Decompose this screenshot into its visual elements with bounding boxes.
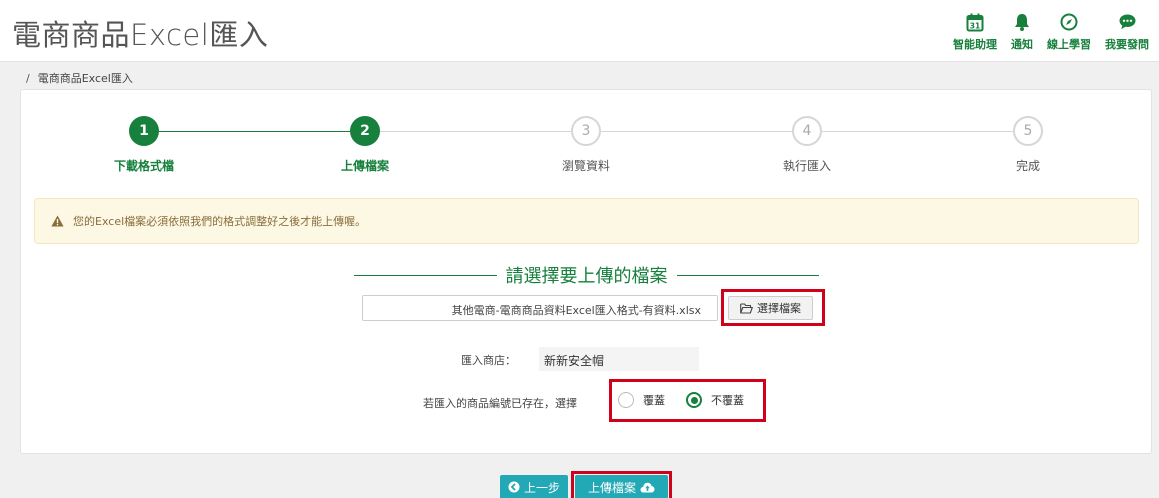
no-overwrite-radio-option[interactable]: 不覆蓋 [686,392,744,408]
online-learning-button[interactable]: 線上學習 [1047,12,1091,52]
store-value: 新新安全帽 [539,347,699,371]
title-divider-left [354,274,497,276]
upload-file-button[interactable]: 上傳檔案 [575,475,668,498]
no-overwrite-label: 不覆蓋 [711,394,744,407]
top-actions: 31 智能助理 通知 線上學習 我要發問 [939,12,1149,52]
warning-icon [51,215,64,227]
step-connector [822,131,1013,132]
smart-assistant-label: 智能助理 [953,38,997,51]
step-1-label: 下載格式檔 [113,159,175,173]
existing-item-label: 若匯入的商品編號已存在，選擇 [423,397,577,410]
step-1-circle: 1 [129,116,159,146]
radio-selected-dot [690,396,698,404]
folder-open-icon [740,302,753,314]
calendar-icon: 31 [965,12,985,32]
step-5-circle: 5 [1013,116,1043,146]
choose-file-button[interactable]: 選擇檔案 [728,296,813,320]
import-card: 1 2 3 4 5 下載格式檔 上傳檔案 瀏覽資料 執行匯入 完成 您的Exce… [20,89,1152,454]
overwrite-label: 覆蓋 [643,394,665,407]
overwrite-radio[interactable] [618,392,634,408]
step-4-circle: 4 [792,116,822,146]
step-3-label: 瀏覽資料 [561,159,611,173]
step-3-circle: 3 [571,116,601,146]
file-name-field[interactable]: 其他電商-電商商品資料Excel匯入格式-有資料.xlsx [362,295,718,321]
step-connector [380,131,571,132]
previous-step-label: 上一步 [523,480,560,495]
store-label: 匯入商店： [461,354,516,367]
choose-file-label: 選擇檔案 [757,302,801,315]
upload-section-title: 請選擇要上傳的檔案 [354,260,819,290]
ask-question-label: 我要發問 [1105,38,1149,51]
no-overwrite-radio[interactable] [686,392,702,408]
cloud-upload-icon [640,482,655,493]
chat-icon [1117,12,1137,32]
notifications-button[interactable]: 通知 [1011,12,1033,52]
bell-icon [1012,12,1032,32]
step-4-label: 執行匯入 [782,159,832,173]
smart-assistant-button[interactable]: 31 智能助理 [953,12,997,52]
breadcrumb-separator: / [26,72,30,85]
upload-section-heading: 請選擇要上傳的檔案 [505,266,668,287]
online-learning-label: 線上學習 [1047,38,1091,51]
upload-file-label: 上傳檔案 [587,480,636,495]
top-bar: 電商商品Excel匯入 31 智能助理 通知 線上學習 我要發問 [0,0,1159,62]
format-warning-alert: 您的Excel檔案必須依照我們的格式調整好之後才能上傳喔。 [34,198,1139,244]
step-5-label: 完成 [1015,159,1041,173]
step-connector [601,131,792,132]
page-title: 電商商品Excel匯入 [12,18,269,52]
step-2-circle: 2 [350,116,380,146]
step-2-label: 上傳檔案 [340,159,390,173]
step-progress: 1 2 3 4 5 下載格式檔 上傳檔案 瀏覽資料 執行匯入 完成 [21,90,1153,190]
step-connector [159,131,350,132]
notifications-label: 通知 [1011,38,1033,51]
ask-question-button[interactable]: 我要發問 [1105,12,1149,52]
alert-text: 您的Excel檔案必須依照我們的格式調整好之後才能上傳喔。 [73,215,367,228]
overwrite-radio-option[interactable]: 覆蓋 [618,392,665,408]
svg-text:31: 31 [970,21,980,30]
breadcrumb: / 電商商品Excel匯入 [26,70,133,86]
previous-step-button[interactable]: 上一步 [500,475,568,498]
title-divider-right [676,274,819,276]
breadcrumb-current: 電商商品Excel匯入 [37,72,133,85]
arrow-left-circle-icon [508,481,520,493]
compass-icon [1059,12,1079,32]
